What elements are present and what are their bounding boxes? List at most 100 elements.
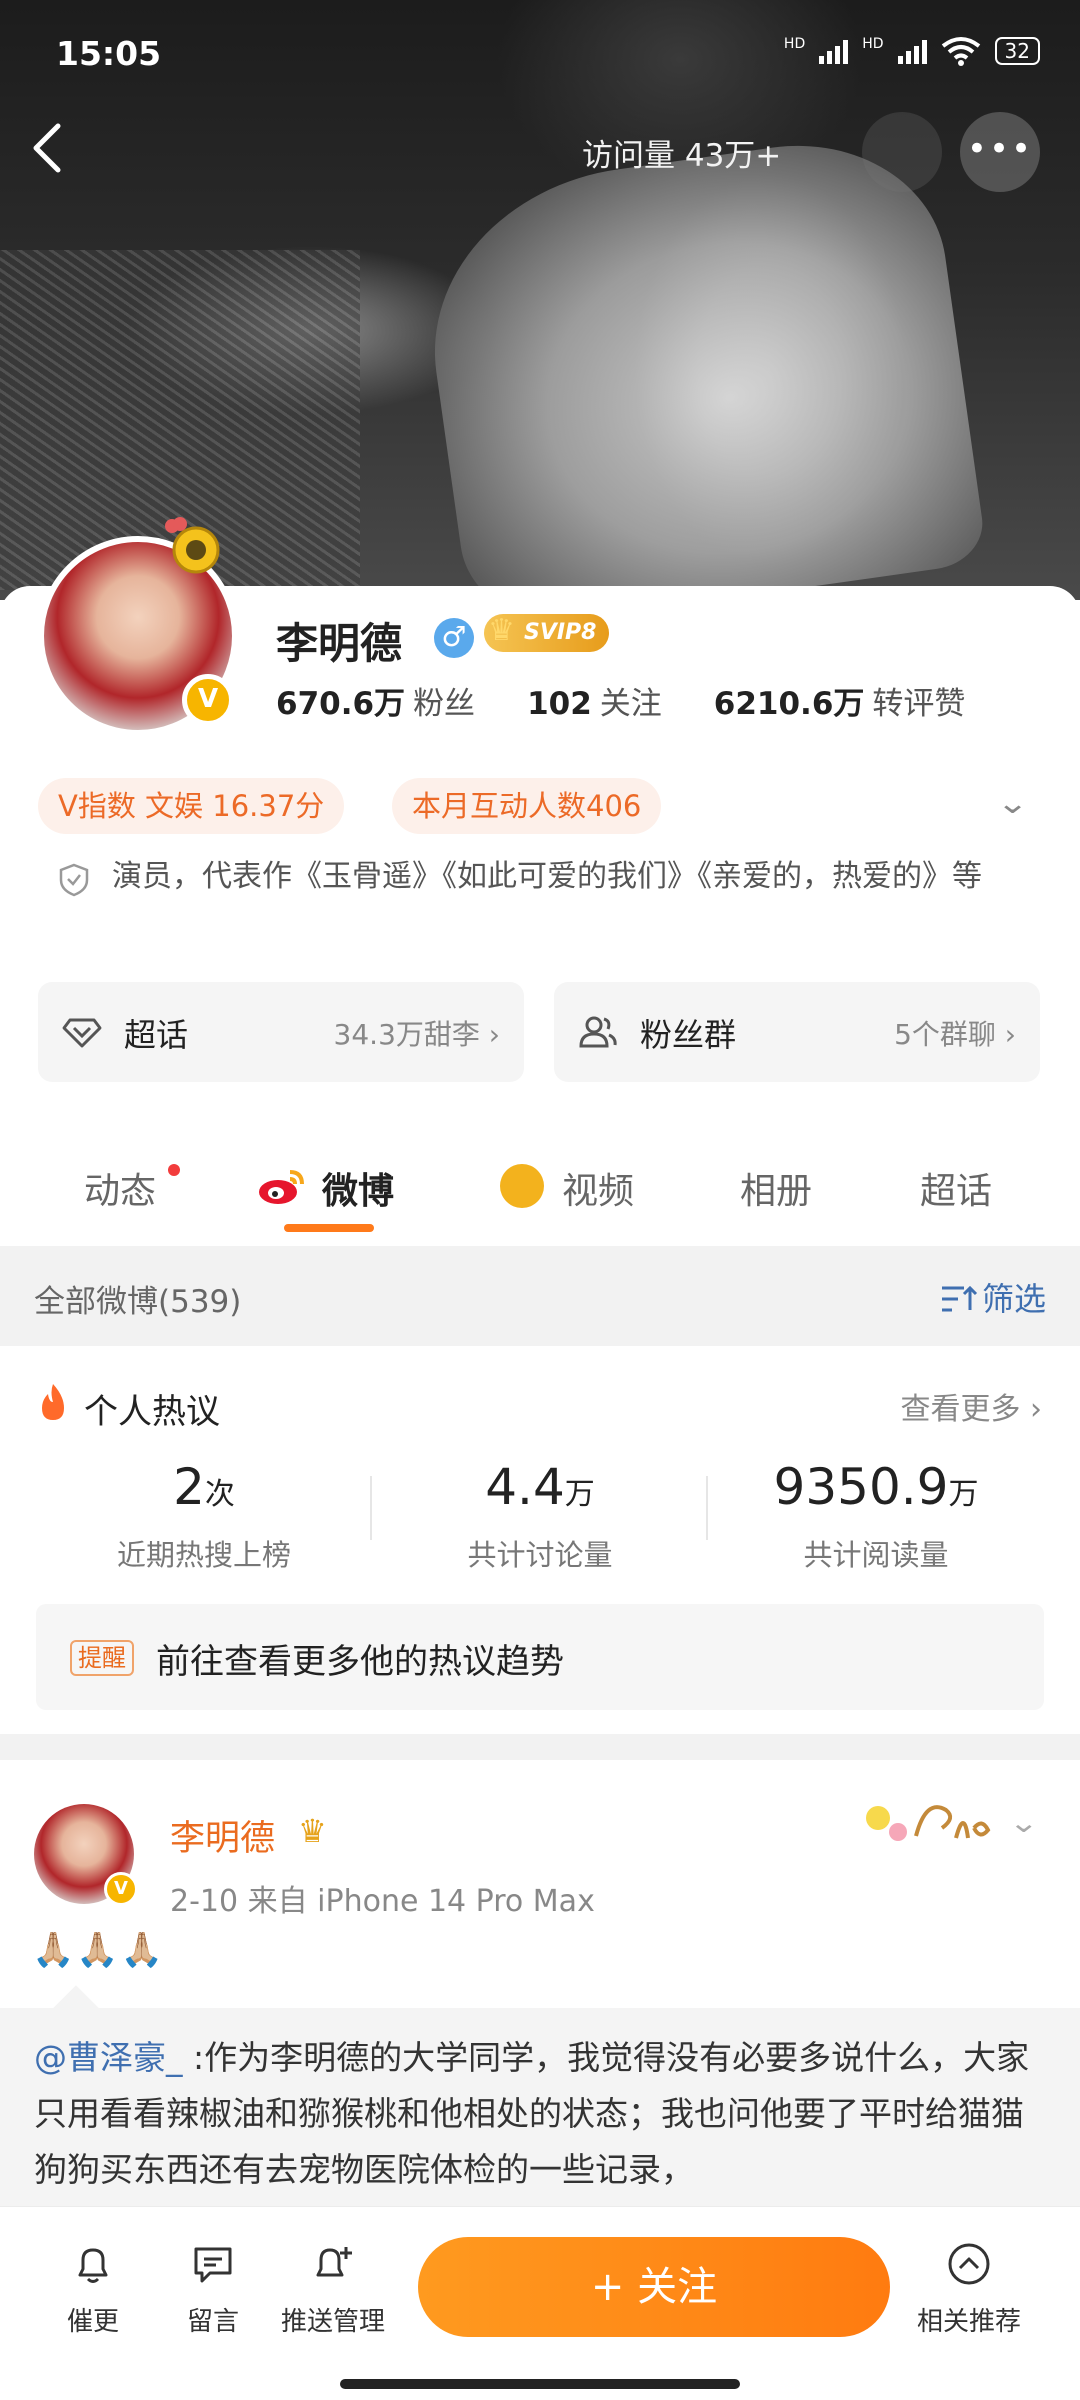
- trend-reminder[interactable]: 提醒 前往查看更多他的热议趋势: [36, 1604, 1044, 1710]
- chevron-up-circle-icon: [948, 2243, 990, 2285]
- repost-text: @曹泽豪_ :作为李明德的大学同学，我觉得没有必要多说什么，大家只用看看辣椒油和…: [34, 2030, 1044, 2198]
- visit-count: 访问量 43万+: [582, 138, 782, 174]
- bell-icon: [78, 2248, 108, 2283]
- male-gender-icon: ♂: [434, 618, 474, 658]
- metric-divider: [370, 1476, 372, 1540]
- reminder-text: 前往查看更多他的热议趋势: [156, 1642, 564, 1682]
- diamond-icon: [62, 1018, 102, 1048]
- unread-dot: [168, 1164, 180, 1176]
- tab-dynamic[interactable]: 动态: [84, 1162, 156, 1214]
- back-button[interactable]: [28, 120, 88, 180]
- profile-name: 李明德: [276, 619, 403, 668]
- profile-tabs: 动态 微博 视频 相册 超话: [0, 1130, 1080, 1240]
- fan-group-title: 粉丝群: [640, 1016, 737, 1054]
- reminder-tag: 提醒: [70, 1640, 134, 1676]
- metric-value: 4.4: [485, 1458, 565, 1516]
- battery-icon: 32: [994, 37, 1040, 65]
- discussion-metric: 4.4万 共计讨论量: [390, 1458, 690, 1574]
- status-bar: 15:05 HD HD 32: [0, 0, 1080, 110]
- tab-supertopic[interactable]: 超话: [920, 1162, 992, 1214]
- crown-icon: ♛: [488, 613, 515, 648]
- interactions-label: 转评赞: [872, 686, 966, 722]
- supertopic-card[interactable]: 超话 34.3万甜李 ›: [38, 982, 524, 1082]
- svip-badge[interactable]: ♛ SVIP8: [484, 613, 609, 652]
- all-weibo-count: 全部微博(539): [34, 1284, 242, 1320]
- supertopic-title: 超话: [124, 1016, 189, 1054]
- shield-icon: [59, 863, 89, 897]
- filter-button[interactable]: 筛选: [940, 1274, 1046, 1320]
- message-bubble-icon: [194, 2247, 232, 2283]
- followers-count: 670.6万: [276, 686, 406, 722]
- filter-label: 筛选: [981, 1280, 1046, 1318]
- share-button[interactable]: [862, 112, 942, 192]
- filter-bar: 全部微博(539) 筛选: [0, 1246, 1080, 1346]
- v-index-pill[interactable]: V指数 文娱 16.37分: [38, 778, 345, 834]
- following-label: 关注: [599, 686, 662, 722]
- active-tab-indicator: [284, 1224, 374, 1232]
- urge-update-button[interactable]: 催更: [38, 2241, 148, 2338]
- followers-stat[interactable]: 670.6万 粉丝: [276, 678, 475, 723]
- signal-icon: [819, 38, 849, 64]
- post-time-source: 2-10 来自 iPhone 14 Pro Max: [170, 1884, 595, 1919]
- post-emoji-text: 🙏🏼🙏🏼🙏🏼: [32, 1930, 166, 1970]
- see-more-link[interactable]: 查看更多 ›: [900, 1384, 1042, 1428]
- hot-discussion-section: 个人热议 查看更多 › 2次 近期热搜上榜 4.4万 共计讨论量 9350.9万…: [0, 1346, 1080, 1734]
- more-button[interactable]: •••: [960, 112, 1040, 192]
- status-icons: HD HD 32: [784, 36, 1040, 66]
- reads-metric: 9350.9万 共计阅读量: [726, 1458, 1026, 1574]
- tab-weibo[interactable]: 微博: [322, 1162, 394, 1214]
- profile-bio: 演员，代表作《玉骨遥》《如此可爱的我们》《亲爱的，热爱的》等: [112, 859, 982, 894]
- hot-discussion-title: 个人热议: [84, 1392, 220, 1432]
- metric-value: 2: [173, 1458, 205, 1516]
- crown-icon: ♛: [298, 1812, 327, 1850]
- expand-chevron-down-icon[interactable]: ⌄: [996, 786, 1029, 821]
- monthly-interaction-pill[interactable]: 本月互动人数406: [392, 778, 662, 834]
- following-count: 102: [527, 686, 592, 722]
- avatar-container[interactable]: V: [38, 517, 238, 736]
- flame-icon: [42, 1384, 64, 1420]
- metric-unit: 万: [948, 1477, 979, 1512]
- svip-label: SVIP8: [524, 620, 597, 645]
- home-indicator[interactable]: [340, 2379, 740, 2389]
- hot-search-metric: 2次 近期热搜上榜: [54, 1458, 354, 1574]
- fan-group-meta: 5个群聊 ›: [894, 1018, 1016, 1051]
- metric-value: 9350.9: [773, 1458, 949, 1516]
- fan-group-card[interactable]: 粉丝群 5个群聊 ›: [554, 982, 1040, 1082]
- metric-label: 近期热搜上榜: [116, 1538, 291, 1572]
- post-author[interactable]: 李明德: [170, 1810, 275, 1861]
- related-recommend-button[interactable]: 相关推荐: [914, 2241, 1024, 2338]
- plog-sticker-icon: [866, 1805, 991, 1841]
- avatar-pendant-icon: [165, 517, 220, 574]
- status-time: 15:05: [56, 34, 162, 73]
- post-menu-chevron-down-icon[interactable]: ⌄: [1008, 1806, 1039, 1839]
- metric-label: 共计讨论量: [467, 1538, 613, 1572]
- verified-badge-icon: V: [104, 1872, 138, 1906]
- metric-unit: 次: [204, 1477, 235, 1512]
- following-stat[interactable]: 102 关注: [527, 678, 662, 723]
- tab-album[interactable]: 相册: [740, 1162, 812, 1214]
- verified-badge-icon: V: [182, 674, 234, 726]
- push-settings-button[interactable]: 推送管理: [278, 2241, 388, 2338]
- message-label: 留言: [186, 2307, 239, 2337]
- message-button[interactable]: 留言: [158, 2241, 268, 2338]
- video-play-icon: [500, 1164, 544, 1208]
- related-recommend-label: 相关推荐: [916, 2307, 1021, 2337]
- metric-label: 共计阅读量: [803, 1538, 949, 1572]
- filter-icon: [941, 1285, 978, 1312]
- banner-photo-highlight: [411, 125, 989, 635]
- interactions-stat[interactable]: 6210.6万 转评赞: [714, 678, 966, 723]
- tab-video[interactable]: 视频: [562, 1162, 634, 1214]
- metric-divider: [706, 1476, 708, 1540]
- top-nav: 访问量 43万+ •••: [0, 112, 1080, 192]
- section-divider: [0, 1734, 1080, 1760]
- bottom-action-bar: 催更 留言 推送管理 + 关注 相关推荐: [0, 2206, 1080, 2400]
- signal-icon-2: [897, 38, 927, 64]
- more-dots-icon: •••: [966, 129, 1034, 169]
- wifi-icon: [941, 37, 980, 66]
- interactions-count: 6210.6万: [713, 686, 865, 722]
- mention-link[interactable]: @曹泽豪_: [34, 2038, 183, 2077]
- network-hd-label: HD: [783, 36, 806, 52]
- follow-button[interactable]: + 关注: [418, 2237, 890, 2337]
- repost-body: :作为李明德的大学同学，我觉得没有必要多说什么，大家只用看看辣椒油和猕猴桃和他相…: [34, 2038, 1030, 2189]
- metric-unit: 万: [564, 1477, 595, 1512]
